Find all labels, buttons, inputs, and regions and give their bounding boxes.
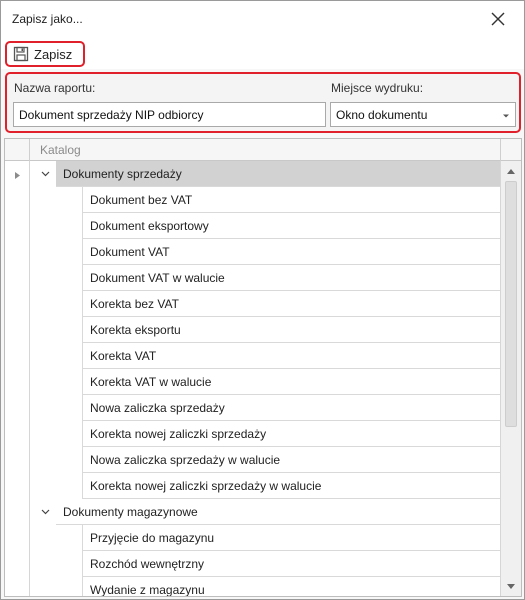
tree-item-row[interactable]: Nowa zaliczka sprzedaży w walucie <box>31 447 500 473</box>
tree-item-row[interactable]: Korekta nowej zaliczki sprzedaży w waluc… <box>31 473 500 499</box>
catalog-tree-grid: Katalog Dokumenty sprzedaży Dokument bez … <box>4 138 522 597</box>
tree-item-row[interactable]: Korekta VAT w walucie <box>31 369 500 395</box>
tree-rows: Dokumenty sprzedaży Dokument bez VAT Dokum… <box>31 161 500 596</box>
toolbar: Zapisz <box>1 39 524 69</box>
header-indicator-cell <box>5 139 30 161</box>
row-indicator-column <box>5 161 30 596</box>
scroll-thumb[interactable] <box>505 181 517 427</box>
header-separator <box>500 139 501 161</box>
title-bar: Zapisz jako... <box>1 1 524 39</box>
tree-item-label: Korekta eksportu <box>82 317 500 343</box>
tree-item-row[interactable]: Nowa zaliczka sprzedaży <box>31 395 500 421</box>
vertical-scrollbar[interactable] <box>500 161 521 596</box>
tree-item-row[interactable]: Wydanie z magazynu <box>31 577 500 596</box>
tree-group-row[interactable]: Dokumenty sprzedaży <box>31 161 500 187</box>
tree-item-label: Korekta VAT <box>82 343 500 369</box>
report-form: Nazwa raportu: Miejsce wydruku: Okno dok… <box>5 72 521 133</box>
grid-header: Katalog <box>5 139 521 161</box>
tree-item-label: Rozchód wewnętrzny <box>82 551 500 577</box>
tree-group-label: Dokumenty sprzedaży <box>56 161 500 187</box>
floppy-disk-icon <box>13 46 29 62</box>
tree-item-row[interactable]: Korekta VAT <box>31 343 500 369</box>
tree-group-row[interactable]: Dokumenty magazynowe <box>31 499 500 525</box>
tree-item-row[interactable]: Korekta eksportu <box>31 317 500 343</box>
tree-item-row[interactable]: Dokument VAT w walucie <box>31 265 500 291</box>
scroll-down-button[interactable] <box>503 579 519 595</box>
save-button[interactable]: Zapisz <box>5 41 85 67</box>
dropdown-arrow-icon <box>503 114 509 118</box>
tree-item-row[interactable]: Dokument bez VAT <box>31 187 500 213</box>
scroll-down-icon <box>507 584 515 589</box>
tree-item-label: Korekta nowej zaliczki sprzedaży w waluc… <box>82 473 500 499</box>
tree-group-label: Dokumenty magazynowe <box>56 499 500 525</box>
report-name-input[interactable] <box>13 102 326 127</box>
chevron-down-icon[interactable] <box>41 170 50 178</box>
column-header-catalog[interactable]: Katalog <box>40 143 81 157</box>
tree-item-row[interactable]: Przyjęcie do magazynu <box>31 525 500 551</box>
save-button-label: Zapisz <box>34 46 73 62</box>
chevron-down-icon[interactable] <box>41 508 50 516</box>
tree-item-label: Dokument VAT w walucie <box>82 265 500 291</box>
tree-item-row[interactable]: Dokument eksportowy <box>31 213 500 239</box>
tree-item-label: Korekta VAT w walucie <box>82 369 500 395</box>
print-place-select[interactable]: Okno dokumentu <box>330 102 516 127</box>
tree-item-label: Przyjęcie do magazynu <box>82 525 500 551</box>
print-place-label: Miejsce wydruku: <box>331 81 424 95</box>
tree-item-row[interactable]: Korekta nowej zaliczki sprzedaży <box>31 421 500 447</box>
tree-item-label: Dokument bez VAT <box>82 187 500 213</box>
tree-item-label: Wydanie z magazynu <box>82 577 500 596</box>
tree-item-label: Nowa zaliczka sprzedaży w walucie <box>82 447 500 473</box>
tree-item-row[interactable]: Rozchód wewnętrzny <box>31 551 500 577</box>
tree-item-label: Dokument eksportowy <box>82 213 500 239</box>
close-button[interactable] <box>483 4 513 34</box>
row-pointer-icon <box>15 172 20 179</box>
scroll-up-button[interactable] <box>503 163 519 179</box>
dialog-title: Zapisz jako... <box>12 12 83 26</box>
save-as-dialog: Zapisz jako... Zapisz Nazwa raportu: Mie… <box>0 0 525 600</box>
tree-item-row[interactable]: Dokument VAT <box>31 239 500 265</box>
scroll-up-icon <box>507 169 515 174</box>
tree-item-row[interactable]: Korekta bez VAT <box>31 291 500 317</box>
close-icon <box>491 12 505 26</box>
tree-item-label: Nowa zaliczka sprzedaży <box>82 395 500 421</box>
report-name-label: Nazwa raportu: <box>14 81 96 95</box>
tree-item-label: Korekta bez VAT <box>82 291 500 317</box>
tree-item-label: Korekta nowej zaliczki sprzedaży <box>82 421 500 447</box>
tree-item-label: Dokument VAT <box>82 239 500 265</box>
print-place-value: Okno dokumentu <box>336 108 428 122</box>
